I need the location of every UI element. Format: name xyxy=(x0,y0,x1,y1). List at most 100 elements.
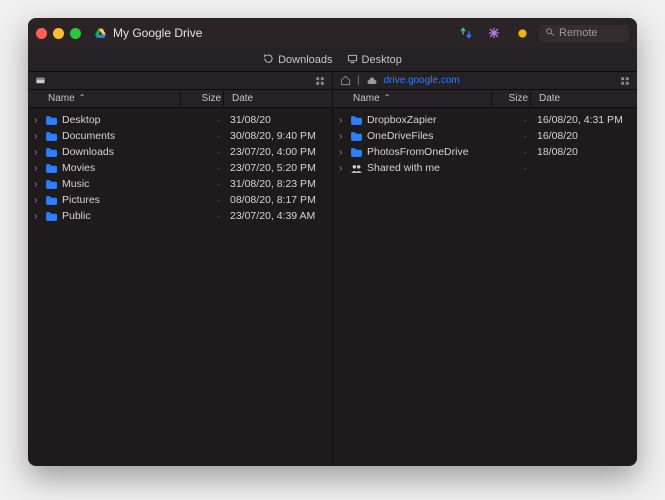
file-size: · xyxy=(182,162,220,174)
shared-icon xyxy=(349,162,363,174)
cloud-icon xyxy=(366,75,378,87)
sort-asc-icon: ⌃ xyxy=(384,93,391,102)
chevron-right-icon[interactable]: › xyxy=(34,210,44,222)
right-path-label[interactable]: drive.google.com xyxy=(384,75,460,86)
table-row[interactable]: › Desktop·31/08/20 xyxy=(28,112,332,128)
chevron-right-icon[interactable]: › xyxy=(34,178,44,190)
right-file-list: ›DropboxZapier·16/08/20, 4:31 PM›OneDriv… xyxy=(333,108,637,466)
file-name: Documents xyxy=(62,130,182,142)
file-size: · xyxy=(182,130,220,142)
sort-asc-icon: ⌃ xyxy=(79,93,86,102)
folder-icon xyxy=(44,114,58,126)
table-row[interactable]: › Documents·30/08/20, 9:40 PM xyxy=(28,128,332,144)
col-size: Size xyxy=(494,93,528,104)
table-row[interactable]: › Public·23/07/20, 4:39 AM xyxy=(28,208,332,224)
left-path-bar[interactable] xyxy=(28,72,332,90)
folder-icon xyxy=(44,162,58,174)
file-size: · xyxy=(182,146,220,158)
status-dot-icon[interactable] xyxy=(511,22,533,44)
file-name: Downloads xyxy=(62,146,182,158)
asterisk-icon[interactable] xyxy=(483,22,505,44)
chevron-right-icon[interactable]: › xyxy=(34,146,44,158)
file-name: Music xyxy=(62,178,182,190)
file-date: 16/08/20 xyxy=(527,130,631,142)
grid-icon[interactable] xyxy=(619,75,631,87)
file-date: 31/08/20, 8:23 PM xyxy=(220,178,326,190)
chevron-right-icon[interactable]: › xyxy=(34,130,44,142)
file-name: Public xyxy=(62,210,182,222)
chevron-right-icon[interactable]: › xyxy=(34,194,44,206)
table-row[interactable]: › Music·31/08/20, 8:23 PM xyxy=(28,176,332,192)
folder-icon xyxy=(44,130,58,142)
window-title: My Google Drive xyxy=(113,26,202,40)
close-button[interactable] xyxy=(36,28,47,39)
right-path-bar[interactable]: | drive.google.com xyxy=(333,72,637,90)
chevron-right-icon[interactable]: › xyxy=(34,162,44,174)
col-size: Size xyxy=(183,93,221,104)
folder-icon xyxy=(349,146,363,158)
app-window: My Google Drive Remote Downloads xyxy=(28,18,637,466)
desktop-icon xyxy=(347,53,358,67)
file-size: · xyxy=(182,210,220,222)
col-name: Name xyxy=(353,93,380,104)
table-row[interactable]: › Shared with me· xyxy=(333,160,637,176)
left-pane: Name ⌃ Size Date ›Desktop·31/08/20›Docum… xyxy=(28,72,333,466)
file-size: · xyxy=(493,114,527,126)
tab-bar: Downloads Desktop xyxy=(28,48,637,72)
tab-label: Desktop xyxy=(362,54,402,66)
search-placeholder: Remote xyxy=(559,27,598,39)
file-size: · xyxy=(182,178,220,190)
sync-icon[interactable] xyxy=(455,22,477,44)
folder-icon xyxy=(44,178,58,190)
folder-icon xyxy=(349,114,363,126)
file-date: 08/08/20, 8:17 PM xyxy=(220,194,326,206)
table-row[interactable]: ›Pictures·08/08/20, 8:17 PM xyxy=(28,192,332,208)
chevron-right-icon[interactable]: › xyxy=(34,114,44,126)
file-date: 31/08/20 xyxy=(220,114,326,126)
file-name: Desktop xyxy=(62,114,182,126)
remote-search[interactable]: Remote xyxy=(539,25,629,42)
table-row[interactable]: › OneDriveFiles·16/08/20 xyxy=(333,128,637,144)
table-row[interactable]: ›Downloads·23/07/20, 4:00 PM xyxy=(28,144,332,160)
chevron-right-icon[interactable]: › xyxy=(339,146,349,158)
folder-icon xyxy=(44,194,58,206)
tab-label: Downloads xyxy=(278,54,332,66)
file-name: PhotosFromOneDrive xyxy=(367,146,493,158)
file-name: Movies xyxy=(62,162,182,174)
right-pane: | drive.google.com Name ⌃ Size xyxy=(333,72,637,466)
file-date: 23/07/20, 4:39 AM xyxy=(220,210,326,222)
file-size: · xyxy=(493,162,527,174)
folder-icon xyxy=(44,146,58,158)
right-column-header[interactable]: Name ⌃ Size Date xyxy=(333,90,637,108)
file-name: OneDriveFiles xyxy=(367,130,493,142)
chevron-right-icon[interactable]: › xyxy=(339,114,349,126)
traffic-lights xyxy=(36,28,81,39)
file-date: 23/07/20, 5:20 PM xyxy=(220,162,326,174)
file-name: Shared with me xyxy=(367,162,493,174)
table-row[interactable]: › Movies·23/07/20, 5:20 PM xyxy=(28,160,332,176)
minimize-button[interactable] xyxy=(53,28,64,39)
grid-icon[interactable] xyxy=(314,75,326,87)
col-name: Name xyxy=(48,93,75,104)
chevron-right-icon[interactable]: › xyxy=(339,130,349,142)
file-size: · xyxy=(493,130,527,142)
file-size: · xyxy=(182,114,220,126)
folder-icon xyxy=(44,210,58,222)
table-row[interactable]: › DropboxZapier·16/08/20, 4:31 PM xyxy=(333,112,637,128)
col-date: Date xyxy=(226,93,326,104)
chevron-right-icon[interactable]: › xyxy=(339,162,349,174)
left-file-list: ›Desktop·31/08/20›Documents·30/08/20, 9:… xyxy=(28,108,332,466)
disk-icon xyxy=(34,75,46,87)
file-size: · xyxy=(493,146,527,158)
tab-downloads[interactable]: Downloads xyxy=(263,53,332,67)
file-date: 30/08/20, 9:40 PM xyxy=(220,130,326,142)
reload-icon xyxy=(263,53,274,67)
table-row[interactable]: › PhotosFromOneDrive·18/08/20 xyxy=(333,144,637,160)
maximize-button[interactable] xyxy=(70,28,81,39)
col-date: Date xyxy=(533,93,631,104)
file-date: 18/08/20 xyxy=(527,146,631,158)
tab-desktop[interactable]: Desktop xyxy=(347,53,402,67)
file-date: 16/08/20, 4:31 PM xyxy=(527,114,631,126)
left-column-header[interactable]: Name ⌃ Size Date xyxy=(28,90,332,108)
file-name: DropboxZapier xyxy=(367,114,493,126)
